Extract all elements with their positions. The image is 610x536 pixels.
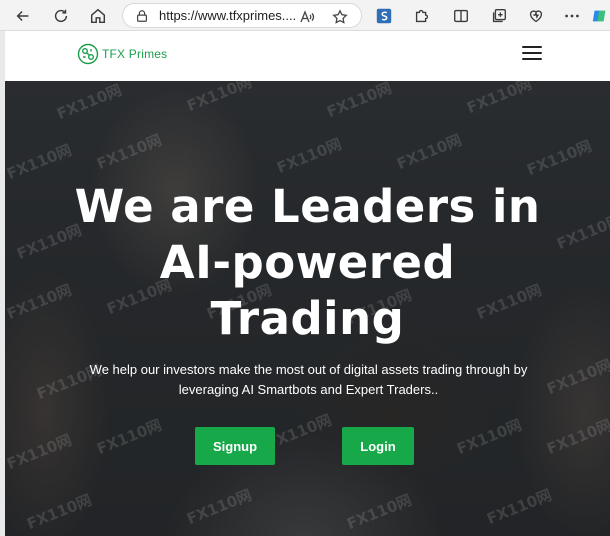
hamburger-menu-icon[interactable] [522,44,542,62]
hero-heading-line: AI-powered [159,236,456,289]
watermark: FX110网 [484,485,555,529]
signup-button[interactable]: Signup [195,427,275,465]
address-bar[interactable]: https://www.tfxprimes.... [122,3,362,28]
split-screen-icon[interactable] [448,3,474,29]
site-header: TFX Primes [5,31,610,81]
hero-heading: We are Leaders in AI-powered Trading [5,179,610,347]
watermark: FX110网 [544,415,610,459]
watermark: FX110网 [24,490,95,534]
browser-essentials-heart-icon[interactable] [523,3,549,29]
watermark: FX110网 [5,430,75,474]
extensions-puzzle-icon[interactable] [409,3,435,29]
refresh-icon[interactable] [48,3,74,29]
watermark: FX110网 [5,140,75,184]
watermark: FX110网 [274,134,345,178]
logo-icon [77,43,99,65]
back-arrow-icon[interactable] [10,3,36,29]
hero-heading-line: We are Leaders in [74,180,541,233]
watermark: FX110网 [94,415,165,459]
copilot-icon[interactable] [590,3,610,29]
watermark: FX110网 [94,130,165,174]
watermark: FX110网 [324,81,395,122]
browser-toolbar: https://www.tfxprimes.... [0,0,610,31]
home-icon[interactable] [85,3,111,29]
watermark: FX110网 [524,136,595,180]
extension-s-icon[interactable] [371,3,397,29]
watermark: FX110网 [544,355,610,399]
login-button[interactable]: Login [342,427,414,465]
collections-icon[interactable] [486,3,512,29]
more-options-icon[interactable] [559,3,585,29]
watermark: FX110网 [184,81,255,116]
url-text[interactable]: https://www.tfxprimes.... [159,8,309,23]
lock-icon[interactable] [135,9,149,23]
read-aloud-icon[interactable] [298,8,316,26]
hero-heading-line: Trading [210,292,405,345]
watermark: FX110网 [394,130,465,174]
logo-text: TFX Primes [102,47,168,61]
watermark: FX110网 [464,81,535,118]
hero-section: FX110网 FX110网 FX110网 FX110网 FX110网 FX110… [5,81,610,536]
watermark: FX110网 [184,485,255,529]
favorite-star-icon[interactable] [331,8,349,26]
watermark: FX110网 [54,81,125,124]
watermark: FX110网 [454,415,525,459]
watermark: FX110网 [344,490,415,534]
site-logo[interactable]: TFX Primes [77,43,167,65]
hero-subtitle: We help our investors make the most out … [89,362,528,397]
